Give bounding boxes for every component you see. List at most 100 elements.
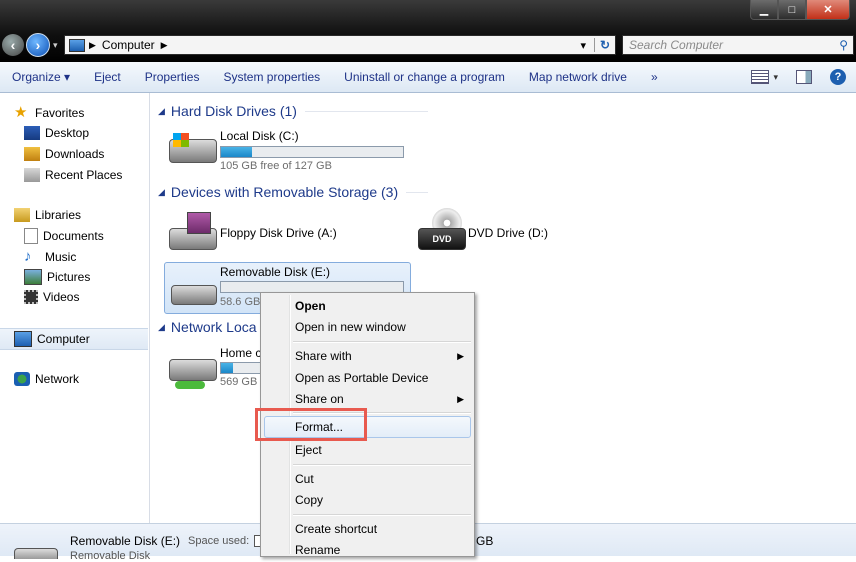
menu-eject[interactable]: Eject <box>295 443 322 457</box>
group-title: Devices with Removable Storage (3) <box>170 184 399 200</box>
nav-label: Desktop <box>45 126 90 140</box>
drive-free-space: 58.6 GB <box>220 296 261 308</box>
nav-recent-places[interactable]: Recent Places <box>24 166 122 184</box>
search-box[interactable]: Search Computer ⚲ <box>622 35 854 55</box>
details-size: GB <box>476 534 494 548</box>
group-header-removable-storage[interactable]: ◢ Devices with Removable Storage (3) <box>158 184 428 200</box>
view-dropdown-icon[interactable]: ▾ <box>773 72 778 83</box>
command-toolbar: Organize ▾ Eject Properties System prope… <box>0 62 856 93</box>
drive-name: Home c <box>220 346 262 360</box>
properties-button[interactable]: Properties <box>133 70 212 84</box>
capacity-bar-fill <box>221 147 252 157</box>
menu-copy[interactable]: Copy <box>295 493 323 507</box>
forward-button[interactable]: › <box>26 33 50 57</box>
address-dropdown-icon[interactable]: ▾ <box>580 39 586 52</box>
details-space-used-label: Space used: <box>188 535 250 547</box>
nav-videos[interactable]: Videos <box>24 288 79 306</box>
pictures-icon <box>24 269 42 285</box>
menu-open[interactable]: Open <box>295 299 326 313</box>
videos-icon <box>24 290 38 304</box>
menu-cut[interactable]: Cut <box>295 472 314 486</box>
nav-computer[interactable]: Computer <box>0 328 148 350</box>
refresh-icon[interactable]: ↻ <box>594 38 615 52</box>
drive-free-space: 105 GB free of 127 GB <box>220 160 332 172</box>
removable-disk-icon <box>14 548 58 559</box>
uninstall-program-button[interactable]: Uninstall or change a program <box>332 70 517 84</box>
map-network-drive-button[interactable]: Map network drive <box>517 70 639 84</box>
dvd-drive-icon: DVD <box>418 228 466 250</box>
nav-network[interactable]: Network <box>14 370 79 388</box>
nav-pictures[interactable]: Pictures <box>24 268 90 286</box>
back-button[interactable]: ‹ <box>2 34 24 56</box>
nav-label: Favorites <box>35 106 85 120</box>
documents-icon <box>24 228 38 244</box>
group-title: Hard Disk Drives (1) <box>170 103 297 119</box>
breadcrumb-separator-icon[interactable]: ▶ <box>89 40 96 51</box>
downloads-icon <box>24 147 40 161</box>
drive-free-space: 569 GB f <box>220 376 264 388</box>
breadcrumb-computer[interactable]: Computer <box>102 38 155 52</box>
nav-label: Network <box>35 372 80 386</box>
capacity-bar-c <box>220 146 404 158</box>
menu-share-with[interactable]: Share with <box>295 349 352 363</box>
nav-favorites[interactable]: ★ Favorites <box>14 104 84 122</box>
network-cable-icon <box>175 381 205 389</box>
change-view-icon[interactable] <box>751 70 770 84</box>
star-icon: ★ <box>14 104 28 121</box>
menu-open-new-window[interactable]: Open in new window <box>295 320 406 334</box>
nav-libraries[interactable]: Libraries <box>14 206 81 224</box>
eject-button[interactable]: Eject <box>82 70 133 84</box>
system-properties-button[interactable]: System properties <box>211 70 332 84</box>
breadcrumb-chevron-icon[interactable]: ▶ <box>161 40 168 51</box>
menu-separator <box>293 341 471 343</box>
network-icon <box>14 372 30 386</box>
drive-name: DVD Drive (D:) <box>468 226 548 240</box>
capacity-bar-fill <box>221 363 233 373</box>
nav-label: Music <box>45 250 77 264</box>
group-header-network-locations[interactable]: ◢ Network Loca <box>158 319 258 335</box>
recent-places-icon <box>24 168 40 182</box>
nav-label: Recent Places <box>45 168 123 182</box>
title-bar: ▁ □ ✕ ‹ › ▾ ▶ Computer ▶ ▾ ↻ Search Comp… <box>0 0 856 62</box>
group-title: Network Loca <box>170 319 257 335</box>
group-header-hard-disk-drives[interactable]: ◢ Hard Disk Drives (1) <box>158 103 428 119</box>
organize-button[interactable]: Organize ▾ <box>0 70 82 84</box>
nav-music[interactable]: ♪ Music <box>24 248 76 266</box>
help-icon[interactable]: ? <box>830 69 846 85</box>
network-drive-icon <box>169 359 217 381</box>
computer-icon <box>69 38 85 52</box>
more-commands-button[interactable]: » <box>639 70 670 84</box>
search-icon[interactable]: ⚲ <box>839 38 848 52</box>
nav-documents[interactable]: Documents <box>24 227 104 245</box>
capacity-bar-home <box>220 362 262 374</box>
window-controls: ▁ □ ✕ <box>750 0 850 20</box>
minimize-button[interactable]: ▁ <box>750 0 778 20</box>
collapse-icon[interactable]: ◢ <box>158 322 165 333</box>
format-highlight-box <box>255 408 367 441</box>
collapse-icon[interactable]: ◢ <box>158 106 165 117</box>
drive-name: Removable Disk (E:) <box>220 265 331 279</box>
divider <box>406 191 428 193</box>
floppy-disk-icon <box>187 212 211 234</box>
close-button[interactable]: ✕ <box>806 0 850 20</box>
nav-label: Documents <box>43 229 104 243</box>
nav-downloads[interactable]: Downloads <box>24 145 104 163</box>
recent-pages-icon[interactable]: ▾ <box>53 40 58 51</box>
navigation-pane: ★ Favorites Desktop Downloads Recent Pla… <box>0 93 150 523</box>
menu-share-on[interactable]: Share on <box>295 392 344 406</box>
details-drive-name: Removable Disk (E:) <box>70 534 181 548</box>
nav-label: Downloads <box>45 147 105 161</box>
address-bar[interactable]: ▶ Computer ▶ ▾ ↻ <box>64 35 616 55</box>
preview-pane-icon[interactable] <box>796 70 812 84</box>
menu-open-portable-device[interactable]: Open as Portable Device <box>295 371 428 385</box>
nav-label: Libraries <box>35 208 82 222</box>
search-input[interactable]: Search Computer <box>629 38 839 52</box>
maximize-button[interactable]: □ <box>778 0 806 20</box>
nav-desktop[interactable]: Desktop <box>24 124 89 142</box>
desktop-icon <box>24 126 40 140</box>
collapse-icon[interactable]: ◢ <box>158 187 165 198</box>
menu-separator <box>293 464 471 466</box>
music-icon: ♪ <box>24 248 32 265</box>
menu-create-shortcut[interactable]: Create shortcut <box>295 522 377 536</box>
navigation-buttons: ‹ › ▾ <box>0 33 58 57</box>
